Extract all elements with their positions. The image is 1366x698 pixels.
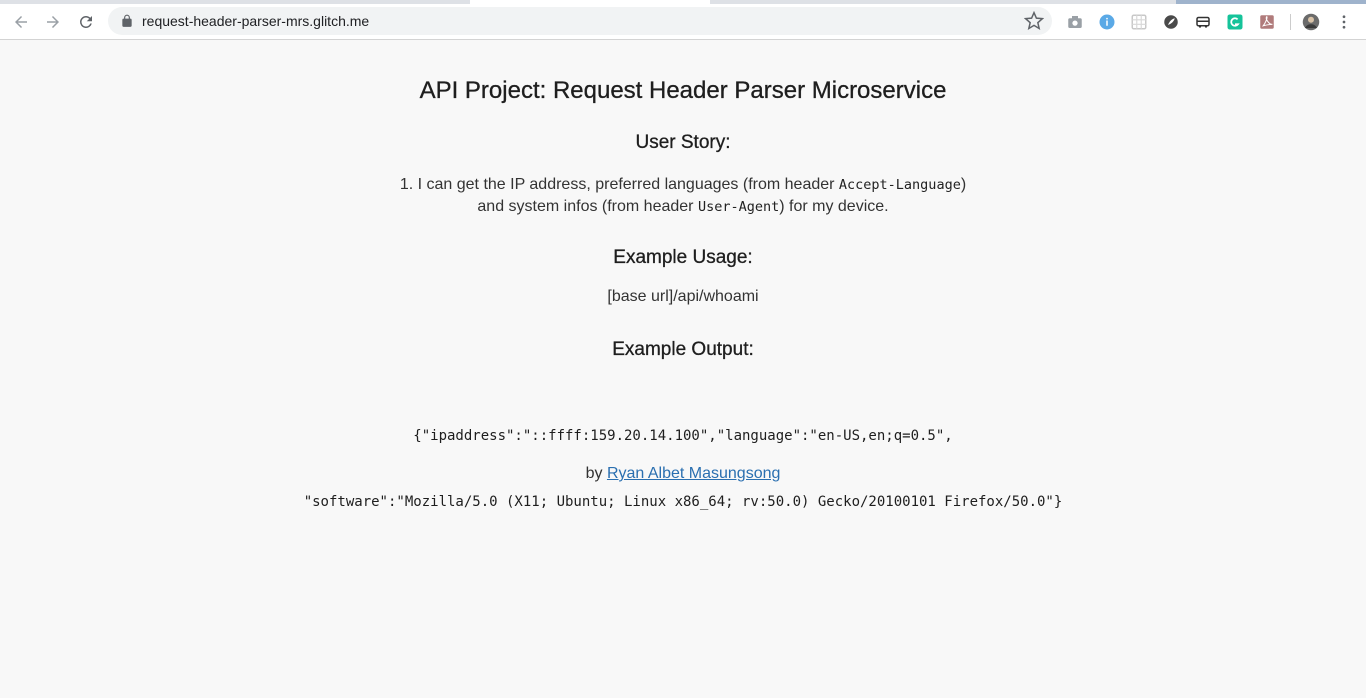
page-title: API Project: Request Header Parser Micro… [419,77,947,104]
grammarly-icon[interactable] [1224,11,1246,33]
story-text-2: ) [960,176,967,193]
author-link[interactable]: Ryan Albet Masungsong [607,465,780,482]
forward-button[interactable] [41,10,65,34]
user-agent-code: User-Agent [697,199,780,215]
accept-language-code: Accept-Language [838,177,961,193]
toolbar-divider [1290,14,1291,30]
page-content: API Project: Request Header Parser Micro… [0,41,1366,698]
footer-by: by [585,465,607,482]
story-text-3: and system infos (from header [477,198,698,215]
reload-icon [80,15,92,28]
user-story-heading: User Story: [635,132,731,153]
back-button[interactable] [9,10,33,34]
pdf-icon[interactable] [1256,11,1278,33]
leaf-icon[interactable] [1160,11,1182,33]
kebab-menu-icon[interactable] [1333,11,1355,33]
grid-icon[interactable] [1128,11,1150,33]
output-line-2: "software":"Mozilla/5.0 (X11; Ubuntu; Li… [303,494,1063,510]
url-text[interactable]: request-header-parser-mrs.glitch.me [142,12,369,30]
footer: by Ryan Albet Masungsong [0,465,1366,483]
story-text-1: 1. I can get the IP address, preferred l… [399,176,839,193]
example-output-heading: Example Output: [612,339,754,360]
profile-avatar[interactable] [1300,11,1322,33]
browser-toolbar: request-header-parser-mrs.glitch.me [0,4,1366,40]
output-line-1: {"ipaddress":"::ffff:159.20.14.100","lan… [413,428,953,444]
address-bar[interactable]: request-header-parser-mrs.glitch.me [108,7,1052,35]
bus-icon[interactable] [1192,11,1214,33]
user-story-text: 1. I can get the IP address, preferred l… [0,174,1366,218]
story-text-4: ) for my device. [779,198,889,215]
back-arrow-icon [15,16,27,28]
forward-arrow-icon [47,16,59,28]
info-icon[interactable] [1096,11,1118,33]
lock-icon[interactable] [120,14,134,28]
reload-button[interactable] [74,10,98,34]
example-usage-text: [base url]/api/whoami [607,288,759,305]
camera-icon[interactable] [1064,11,1086,33]
example-usage-heading: Example Usage: [613,247,753,268]
bookmark-star-icon[interactable] [1024,11,1044,31]
